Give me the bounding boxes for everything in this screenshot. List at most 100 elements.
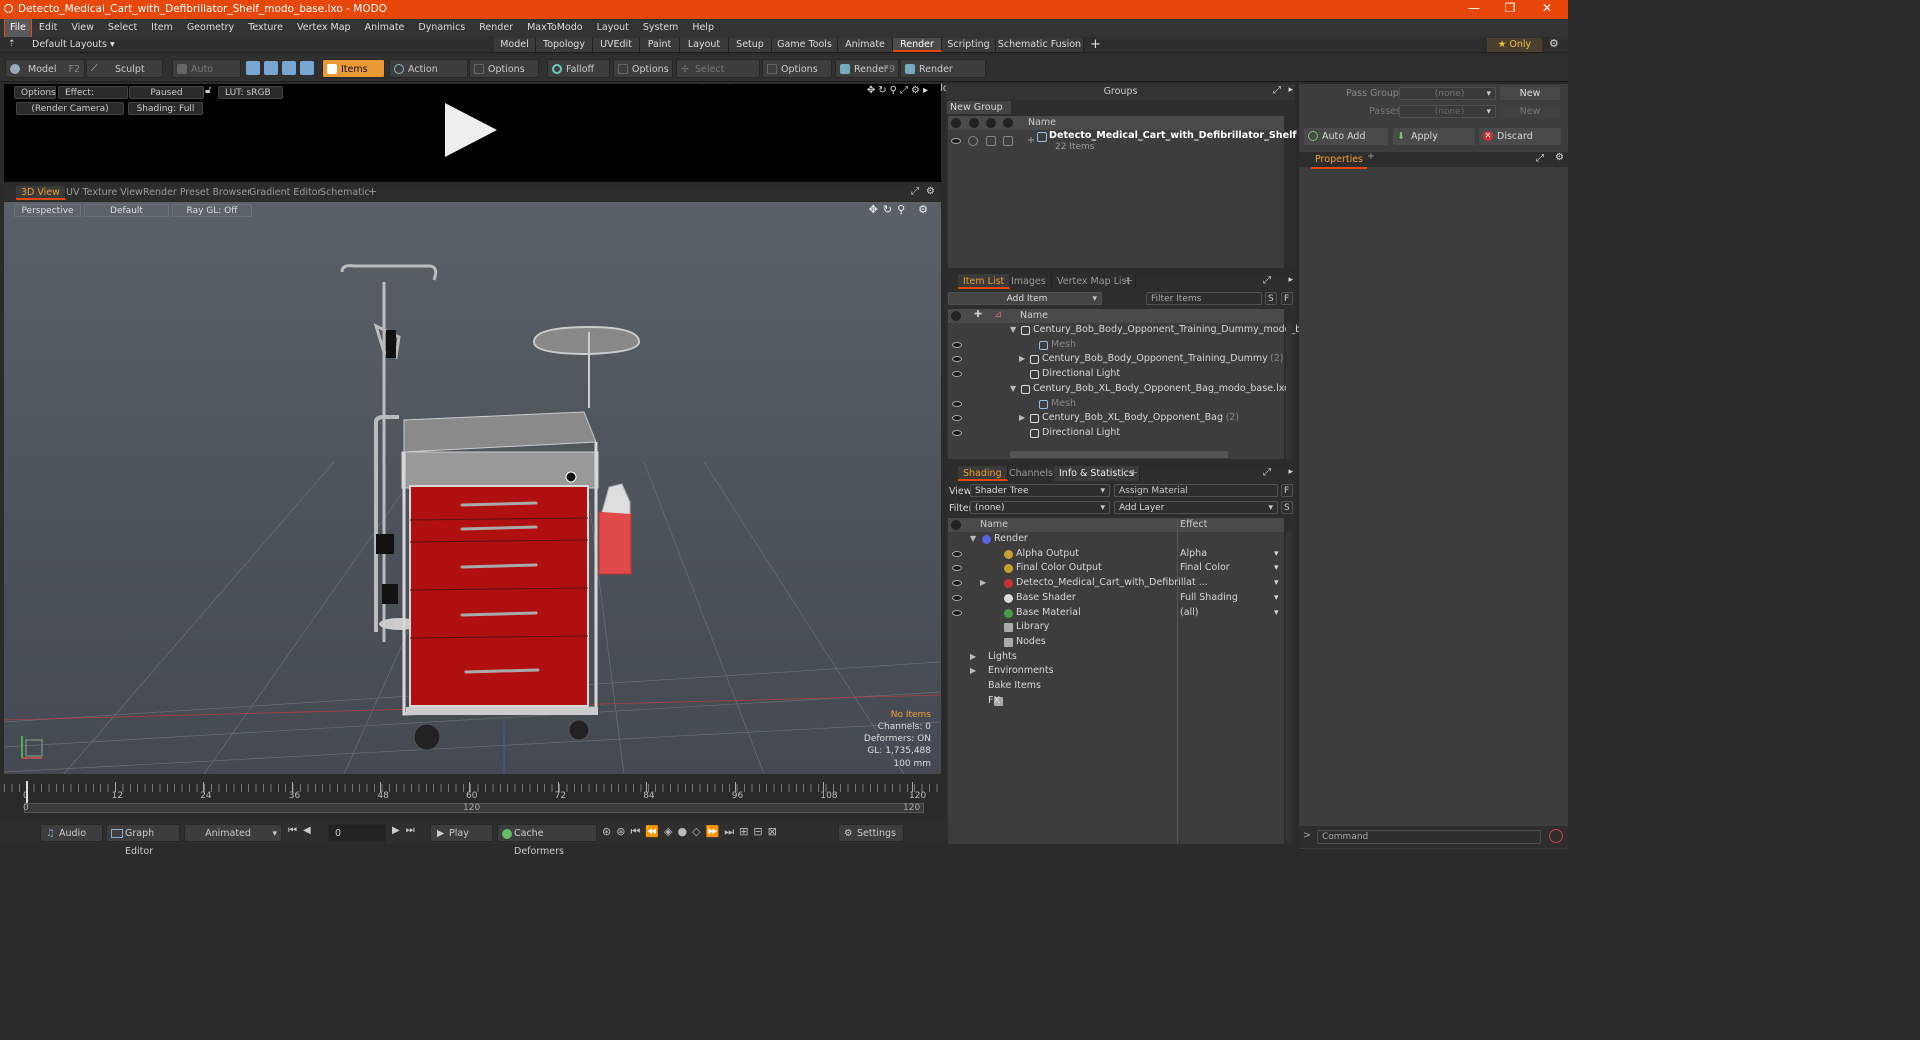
maximize-view-icon[interactable]: ⤢	[911, 186, 919, 197]
eye-icon[interactable]	[952, 356, 962, 363]
paused-button[interactable]: Paused	[129, 86, 204, 99]
expand-arrow-icon[interactable]: ▶	[980, 576, 986, 591]
settings-icon[interactable]: ⚙	[911, 85, 923, 96]
animated-dropdown[interactable]: Animated	[184, 824, 282, 843]
itemlist-expand-icon[interactable]: ⤢	[1263, 275, 1271, 286]
menu-edit[interactable]: Edit	[32, 19, 64, 37]
effect-dropdown-arrow-icon[interactable]: ▾	[1274, 576, 1279, 591]
render-toggle-icon[interactable]	[968, 136, 978, 146]
layout-tab-setup[interactable]: Setup	[729, 38, 772, 52]
menu-geometry[interactable]: Geometry	[180, 19, 241, 37]
command-input[interactable]: Command	[1317, 830, 1541, 844]
layout-tab-render[interactable]: Render	[893, 38, 942, 52]
shading-dropdown[interactable]: Shading: Full	[128, 102, 203, 115]
pass-groups-dropdown[interactable]: (none)	[1399, 87, 1496, 100]
rotate-icon[interactable]: ↻	[878, 85, 889, 96]
item-list-scrollbar[interactable]	[1286, 323, 1292, 459]
add-item-dropdown[interactable]: Add Item	[948, 292, 1102, 305]
select-options-button[interactable]: Options	[762, 59, 832, 78]
item-list-tab-images[interactable]: Images	[1006, 274, 1052, 289]
menu-vertex-map[interactable]: Vertex Map	[290, 19, 358, 37]
view-tab-3d-view[interactable]: 3D View	[16, 186, 66, 200]
eye-icon[interactable]	[952, 580, 962, 587]
layout-tab-game-tools[interactable]: Game Tools	[772, 38, 838, 52]
close-button[interactable]: ✕	[1530, 0, 1564, 19]
effect-dropdown-arrow-icon[interactable]: ▾	[1274, 591, 1279, 606]
record-icon[interactable]: ●	[678, 825, 693, 838]
materials-mode-icon[interactable]	[300, 61, 314, 75]
expand-arrow-icon[interactable]: ▶	[1019, 352, 1025, 367]
menu-select[interactable]: Select	[101, 19, 144, 37]
falloff-options-button[interactable]: Options	[613, 59, 673, 78]
menu-item[interactable]: Item	[144, 19, 180, 37]
effect-dropdown[interactable]: Full Shading	[1180, 591, 1284, 606]
key-mode-icon-3[interactable]: ⊠	[768, 825, 782, 838]
auto-add-button[interactable]: Auto Add	[1304, 128, 1388, 145]
layout-tab-model[interactable]: Model	[494, 38, 536, 52]
layout-tab-paint[interactable]: Paint	[640, 38, 680, 52]
shading-tab-info-statistics[interactable]: Info & Statistics	[1054, 466, 1140, 481]
sculpt-mode-button[interactable]: ⟋ Sculpt	[86, 59, 163, 78]
shading-s-button[interactable]: S	[1281, 501, 1293, 514]
falloff-button[interactable]: Falloff	[547, 59, 610, 78]
items-mode-button[interactable]: Items	[322, 59, 385, 78]
gear-icon[interactable]: ⚙	[1549, 37, 1559, 50]
key-back-icon[interactable]: ⏪	[645, 825, 664, 838]
item-list-tab-item-list[interactable]: Item List	[958, 274, 1011, 289]
expand-plus-icon[interactable]: +	[1027, 135, 1035, 146]
layout-tab-uvedit[interactable]: UVEdit	[593, 38, 640, 52]
properties-gear-icon[interactable]: ⚙	[1555, 152, 1564, 163]
eye-icon[interactable]	[952, 371, 962, 378]
minimize-button[interactable]: —	[1457, 0, 1491, 19]
expand-arrow-icon[interactable]: ▶	[970, 650, 976, 665]
layout-tab-schematic-fusion[interactable]: Schematic Fusion	[996, 38, 1084, 52]
shading-menu-arrow[interactable]: ▸	[1288, 467, 1293, 477]
shader-row-fx[interactable]: FX	[948, 694, 1284, 709]
shader-row-bake-items[interactable]: Bake Items	[948, 679, 1284, 694]
render-preview[interactable]: Options Effect: (Shadi... Paused 🔓︎ LUT:…	[4, 84, 941, 182]
item-row[interactable]: Mesh	[948, 397, 1284, 412]
shading-expand-icon[interactable]: ⤢	[1263, 467, 1271, 478]
fit-icon[interactable]: ⤢	[900, 85, 911, 96]
eye-icon[interactable]	[952, 341, 962, 348]
select-through-button[interactable]: ✢ Select Through	[676, 59, 760, 94]
move-icon[interactable]: ✥	[867, 85, 878, 96]
view-tab-render-preset-browser[interactable]: Render Preset Browser	[138, 186, 257, 200]
expand-icon[interactable]: ▸	[923, 85, 931, 96]
shader-row-render[interactable]: ▼ Render	[948, 532, 1284, 547]
layout-tab-layout[interactable]: Layout	[680, 38, 729, 52]
only-toggle[interactable]: ★ Only	[1487, 38, 1542, 52]
skip-end-icon[interactable]: ⏭	[406, 825, 421, 836]
passes-dropdown[interactable]: (none)	[1399, 105, 1496, 118]
layout-tab-scripting[interactable]: Scripting	[942, 38, 996, 52]
render-button[interactable]: Render F9	[835, 59, 899, 78]
discard-button[interactable]: ✕ Discard	[1479, 128, 1561, 145]
render-window-button[interactable]: Render Window	[900, 59, 986, 94]
key-tool-icon-2[interactable]: ⊛	[616, 825, 630, 838]
settings-button[interactable]: ⚙ Settings	[838, 824, 904, 842]
menu-layout[interactable]: Layout	[590, 19, 636, 37]
key-prev-icon[interactable]: ⏮	[630, 825, 645, 838]
menu-dynamics[interactable]: Dynamics	[411, 19, 472, 37]
maximize-button[interactable]: ❐	[1493, 0, 1527, 19]
lut-dropdown[interactable]: LUT: sRGB	[218, 86, 283, 99]
filter-items-input[interactable]: Filter Items	[1146, 292, 1262, 305]
properties-expand-icon[interactable]: ⤢	[1536, 153, 1544, 164]
key-mode-icon-1[interactable]: ⊞	[739, 825, 753, 838]
key-mode-icon-2[interactable]: ⊟	[753, 825, 767, 838]
effect-dropdown[interactable]: (all)	[1180, 606, 1284, 621]
key-fwd-icon[interactable]: ⏩	[706, 825, 725, 838]
camera-dropdown[interactable]: (Render Camera)	[16, 102, 124, 115]
assign-material-button[interactable]: Assign Material	[1114, 484, 1278, 497]
step-back-icon[interactable]: ◀	[303, 825, 317, 836]
eye-icon[interactable]	[952, 415, 962, 422]
menu-file[interactable]: File	[4, 18, 32, 38]
search-options-button[interactable]: S	[1265, 292, 1277, 305]
effect-dropdown-arrow-icon[interactable]: ▾	[1274, 606, 1279, 621]
eye-icon[interactable]	[952, 400, 962, 407]
shader-tree-scrollbar[interactable]	[1286, 532, 1292, 842]
itemlist-menu-arrow[interactable]: ▸	[1288, 275, 1293, 285]
add-layer-dropdown[interactable]: Add Layer	[1114, 501, 1278, 514]
lock-toggle-icon[interactable]	[986, 136, 996, 146]
groups-expand-icon[interactable]: ⤢	[1273, 85, 1281, 96]
